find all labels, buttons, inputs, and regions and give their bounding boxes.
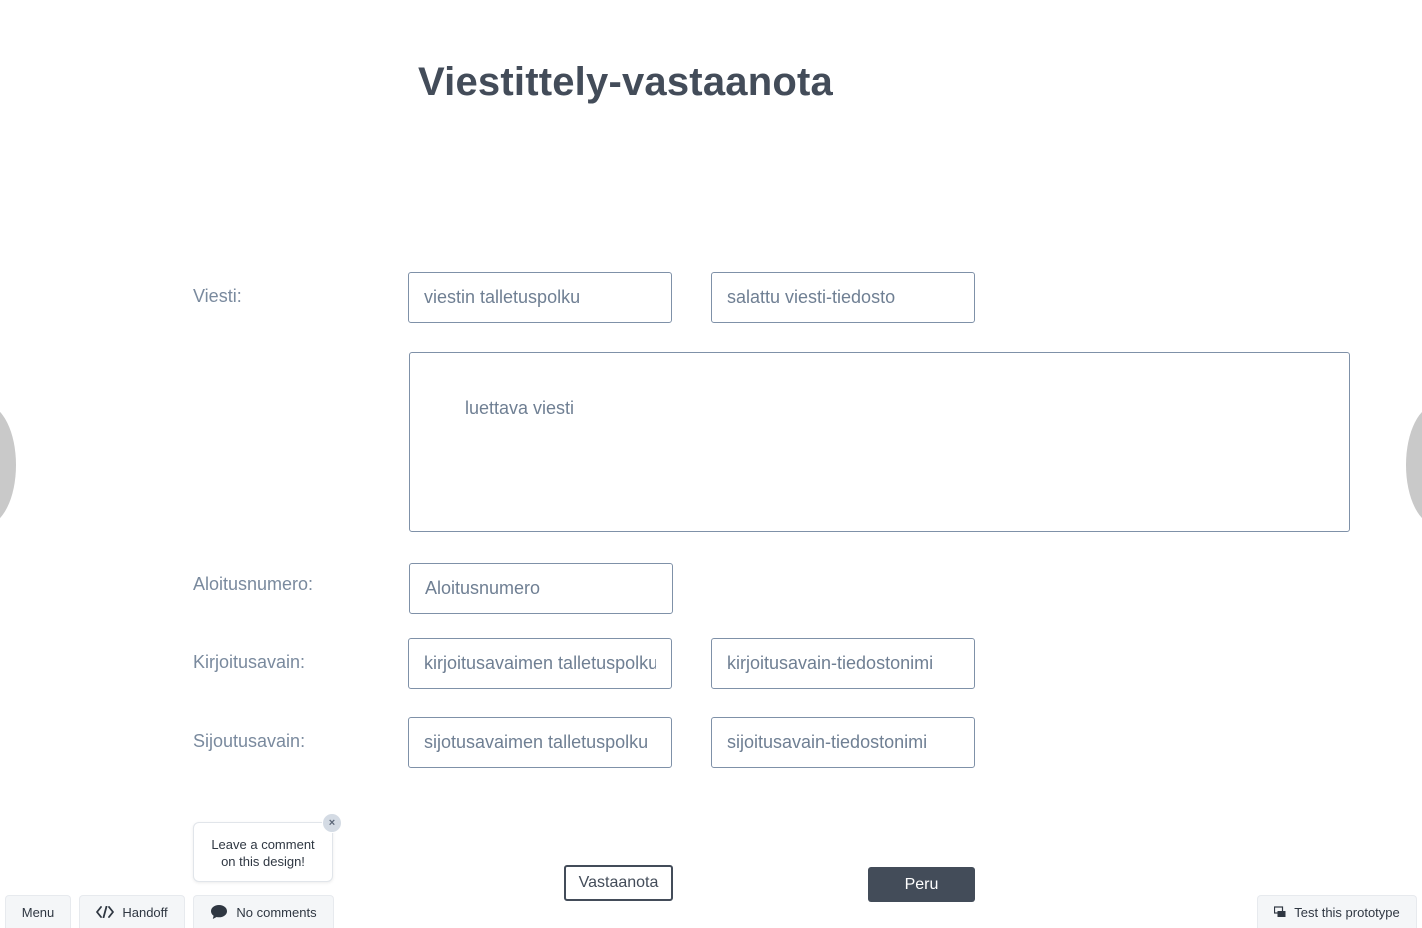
speech-bubble-icon bbox=[210, 904, 228, 920]
comments-label: No comments bbox=[236, 904, 317, 920]
start-number-input[interactable] bbox=[409, 563, 673, 614]
prototype-icon bbox=[1274, 906, 1286, 918]
message-path-input[interactable] bbox=[408, 272, 672, 323]
viesti-label: Viesti: bbox=[193, 286, 242, 306]
menu-label: Menu bbox=[21, 904, 55, 920]
comments-button[interactable]: No comments bbox=[193, 895, 334, 928]
aloitusnumero-label: Aloitusnumero: bbox=[193, 574, 314, 594]
test-prototype-button[interactable]: Test this prototype bbox=[1257, 895, 1417, 928]
message-file-input[interactable] bbox=[711, 272, 975, 323]
previous-screen-arrow[interactable] bbox=[0, 405, 16, 525]
message-textarea[interactable] bbox=[409, 352, 1350, 532]
comment-prompt-line1: Leave a comment bbox=[211, 837, 315, 852]
receive-button[interactable]: Vastaanota bbox=[564, 865, 673, 901]
placement-key-file-input[interactable] bbox=[711, 717, 975, 768]
page-title: Viestittely-vastaanota bbox=[418, 60, 833, 104]
comment-prompt-line2: on this design! bbox=[221, 854, 305, 869]
comment-prompt: Leave a comment on this design! bbox=[193, 822, 333, 882]
write-key-path-input[interactable] bbox=[408, 638, 672, 689]
handoff-label: Handoff bbox=[122, 904, 168, 920]
close-icon[interactable]: × bbox=[322, 813, 342, 833]
handoff-button[interactable]: Handoff bbox=[79, 895, 185, 928]
next-screen-arrow[interactable] bbox=[1406, 405, 1422, 525]
placement-key-path-input[interactable] bbox=[408, 717, 672, 768]
cancel-button[interactable]: Peru bbox=[868, 867, 975, 902]
menu-button[interactable]: Menu bbox=[5, 895, 71, 928]
test-prototype-label: Test this prototype bbox=[1294, 904, 1400, 920]
kirjoitusavain-label: Kirjoitusavain: bbox=[193, 652, 306, 672]
write-key-file-input[interactable] bbox=[711, 638, 975, 689]
sijoutusavain-label: Sijoutusavain: bbox=[193, 731, 306, 751]
code-icon bbox=[96, 906, 115, 918]
